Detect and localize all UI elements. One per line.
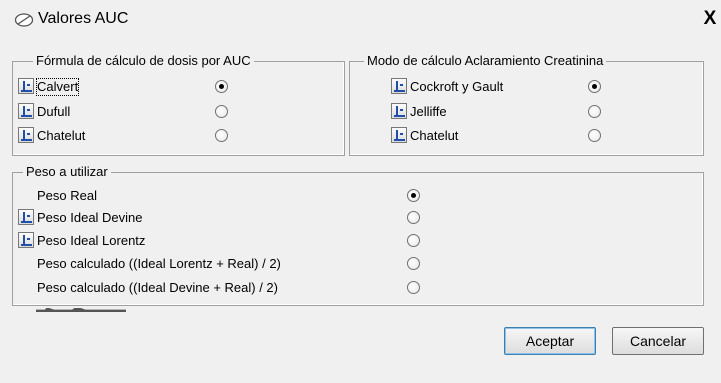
formula-option-dufull[interactable]: Dufull — [18, 103, 248, 121]
formula-group-legend: Fórmula de cálculo de dosis por AUC — [33, 53, 254, 69]
formula-option-label: Dufull — [37, 104, 71, 119]
cancel-button[interactable]: Cancelar — [612, 327, 704, 355]
calculator-icon — [18, 232, 34, 248]
calculator-icon — [391, 103, 407, 119]
weight-radio-calc-devine[interactable] — [407, 281, 420, 294]
creatinine-group-legend: Modo de cálculo Aclaramiento Creatinina — [364, 53, 607, 69]
weight-option-real[interactable]: Peso Real — [18, 187, 428, 205]
creatinine-radio-cockroft[interactable] — [588, 80, 601, 93]
creatinine-option-label: Chatelut — [410, 128, 459, 143]
window-icon — [14, 11, 34, 29]
hidden-group-edge — [36, 308, 126, 312]
formula-radio-calvert[interactable] — [215, 80, 228, 93]
weight-option-calc-lorentz[interactable]: Peso calculado ((Ideal Lorentz + Real) /… — [18, 255, 428, 273]
calculator-icon — [18, 103, 34, 119]
creatinine-radio-jelliffe[interactable] — [588, 105, 601, 118]
creatinine-option-label: Jelliffe — [410, 104, 447, 119]
close-button[interactable]: X — [700, 9, 720, 29]
formula-option-chatelut[interactable]: Chatelut — [18, 127, 248, 145]
window-title: Valores AUC — [38, 10, 129, 27]
weight-option-label: Peso calculado ((Ideal Lorentz + Real) /… — [37, 256, 281, 271]
creatinine-option-label: Cockroft y Gault — [410, 79, 504, 94]
formula-option-label: Chatelut — [37, 128, 86, 143]
weight-group-legend: Peso a utilizar — [23, 164, 111, 180]
formula-option-label: Calvert — [35, 78, 80, 96]
weight-option-label: Peso calculado ((Ideal Devine + Real) / … — [37, 280, 278, 295]
weight-radio-devine[interactable] — [407, 211, 420, 224]
weight-radio-lorentz[interactable] — [407, 234, 420, 247]
weight-radio-calc-lorentz[interactable] — [407, 257, 420, 270]
weight-option-calc-devine[interactable]: Peso calculado ((Ideal Devine + Real) / … — [18, 279, 428, 297]
weight-radio-real[interactable] — [407, 189, 420, 202]
title-bar: Valores AUC X — [0, 0, 721, 40]
creatinine-option-cockroft[interactable]: Cockroft y Gault — [391, 78, 621, 96]
calculator-icon — [391, 78, 407, 94]
formula-radio-chatelut[interactable] — [215, 129, 228, 142]
calculator-icon — [18, 209, 34, 225]
calculator-icon — [18, 127, 34, 143]
calculator-icon — [18, 78, 34, 94]
weight-option-label: Peso Ideal Devine — [37, 210, 143, 225]
accept-button[interactable]: Aceptar — [504, 327, 596, 355]
formula-option-calvert[interactable]: Calvert — [18, 78, 248, 96]
formula-radio-dufull[interactable] — [215, 105, 228, 118]
weight-option-label: Peso Real — [37, 188, 97, 203]
creatinine-radio-chatelut[interactable] — [588, 129, 601, 142]
creatinine-option-chatelut[interactable]: Chatelut — [391, 127, 621, 145]
calculator-icon — [391, 127, 407, 143]
creatinine-option-jelliffe[interactable]: Jelliffe — [391, 103, 621, 121]
weight-option-lorentz[interactable]: Peso Ideal Lorentz — [18, 232, 428, 250]
weight-option-devine[interactable]: Peso Ideal Devine — [18, 209, 428, 227]
weight-option-label: Peso Ideal Lorentz — [37, 233, 146, 248]
